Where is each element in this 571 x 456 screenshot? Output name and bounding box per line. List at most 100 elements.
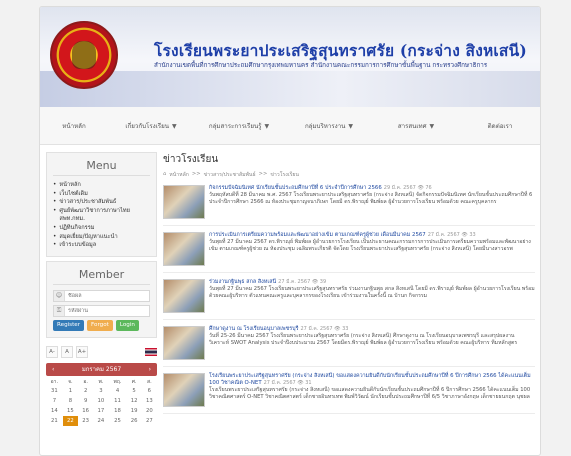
menu-item-label: สมุดเยี่ยม/ปัญหาแนะนำ xyxy=(59,233,118,240)
breadcrumb-home[interactable]: หน้าหลัก xyxy=(169,171,189,179)
menu-item-calendar[interactable]: • ปฏิทินกิจกรรม xyxy=(53,224,150,233)
member-buttons: Register Forgot Login xyxy=(53,319,150,331)
calendar-day[interactable]: 8 xyxy=(63,396,78,406)
news-title[interactable]: ร่วมงานกฐินพุธ สกล สิงหเสนี xyxy=(209,279,276,285)
calendar-day[interactable]: 13 xyxy=(142,396,157,406)
school-subtitle: สำนักงานเขตพื้นที่การศึกษาประถมศึกษากรุง… xyxy=(154,62,488,69)
user-icon: ☺ xyxy=(54,290,65,301)
calendar-day[interactable]: 10 xyxy=(93,396,108,406)
chevron-down-icon: ▼ xyxy=(171,122,177,130)
calendar-day-header: ส. xyxy=(147,378,152,385)
bullet-icon: • xyxy=(53,233,57,240)
calendar-day[interactable]: 15 xyxy=(63,406,78,416)
bullet-icon: • xyxy=(53,242,57,249)
font-smaller-button[interactable]: A- xyxy=(46,345,58,358)
menu-item-old-site[interactable]: • เว็บไซต์เดิม xyxy=(53,190,150,199)
password-input[interactable] xyxy=(65,307,145,314)
sidebar: Menu • หน้าหลัก • เว็บไซต์เดิม • ข่าวสาร/ปร… xyxy=(46,152,157,426)
calendar-day[interactable]: 2 xyxy=(78,386,93,396)
calendar-header: ‹ มกราคม 2567 › xyxy=(46,362,157,376)
calendar-day[interactable]: 31 xyxy=(46,386,63,396)
breadcrumb: ⌂ หน้าหลัก >> ข่าวสาร/ประชาสัมพันธ์ >> ข… xyxy=(163,171,535,179)
calendar-day[interactable]: 14 xyxy=(46,406,63,416)
calendar-day[interactable]: 26 xyxy=(126,416,141,426)
calendar-day[interactable]: 7 xyxy=(46,396,63,406)
breadcrumb-news[interactable]: ข่าวสาร/ประชาสัมพันธ์ xyxy=(204,171,256,179)
news-item[interactable]: ศึกษาดูงาน ณ โรงเรียนอนุบาลเพชรบุรี 27 มี… xyxy=(163,326,535,367)
calendar-day-header: พ. xyxy=(98,378,104,385)
font-normal-button[interactable]: A xyxy=(61,345,73,358)
school-logo[interactable] xyxy=(50,21,118,89)
menu-item-login-data[interactable]: • เข้าระบบข้อมูล xyxy=(53,241,150,250)
news-thumbnail[interactable] xyxy=(163,279,205,313)
menu-item-news[interactable]: • ข่าวสาร/ประชาสัมพันธ์ xyxy=(53,198,150,207)
calendar-day[interactable]: 11 xyxy=(109,396,127,406)
breadcrumb-current: ข่าวโรงเรียน xyxy=(270,172,299,178)
bullet-icon: • xyxy=(53,199,57,206)
menu-item-guestbook[interactable]: • สมุดเยี่ยม/ปัญหาแนะนำ xyxy=(53,233,150,242)
news-item[interactable]: กิจกรรมปัจฉิมนิเทศ นักเรียนชั้นประถมศึกษ… xyxy=(163,185,535,226)
news-meta: 27 มี.ค. 2567 👁 39 xyxy=(278,279,327,285)
calendar-day[interactable]: 27 xyxy=(142,416,157,426)
calendar-day[interactable]: 17 xyxy=(93,406,108,416)
thai-flag-icon[interactable] xyxy=(145,347,157,356)
news-text: การประเมินการเตรียมความพร้อมและพัฒนาอย่า… xyxy=(209,232,535,266)
calendar-month-group: มกราคม 2567 xyxy=(82,364,121,374)
member-title: Member xyxy=(53,268,150,285)
news-item[interactable]: ร่วมงานกฐินพุธ สกล สิงหเสนี 27 มี.ค. 2567… xyxy=(163,279,535,320)
register-button[interactable]: Register xyxy=(53,319,85,331)
nav-item-subjects[interactable]: กลุ่มสาระการเรียนรู้ ▼ xyxy=(194,107,284,145)
calendar-day[interactable]: 5 xyxy=(126,386,141,396)
calendar-day[interactable]: 4 xyxy=(109,386,127,396)
nav-item-contact[interactable]: ติดต่อเรา xyxy=(458,107,540,145)
calendar-day[interactable]: 20 xyxy=(142,406,157,416)
font-larger-button[interactable]: A+ xyxy=(76,345,88,358)
calendar-day[interactable]: 24 xyxy=(93,416,108,426)
menu-item-label: เข้าระบบข้อมูล xyxy=(59,242,97,249)
username-input[interactable] xyxy=(65,292,145,299)
menu-title: Menu xyxy=(53,159,150,176)
calendar-prev-button[interactable]: ‹ xyxy=(52,366,54,373)
calendar-day[interactable]: 25 xyxy=(109,416,127,426)
news-title[interactable]: การประเมินการเตรียมความพร้อมและพัฒนาอย่า… xyxy=(209,232,426,238)
username-field[interactable]: ☺ xyxy=(53,289,150,302)
breadcrumb-separator: >> xyxy=(258,171,268,177)
password-field[interactable]: ⚿ xyxy=(53,304,150,317)
calendar-day[interactable]: 12 xyxy=(126,396,141,406)
calendar-next-button[interactable]: › xyxy=(149,366,151,373)
menu-item-home[interactable]: • หน้าหลัก xyxy=(53,181,150,190)
header-banner-swoosh xyxy=(40,71,540,107)
calendar-day[interactable]: 18 xyxy=(109,406,127,416)
nav-item-info[interactable]: สารสนเทศ ▼ xyxy=(374,107,458,145)
news-item[interactable]: การประเมินการเตรียมความพร้อมและพัฒนาอย่า… xyxy=(163,232,535,273)
calendar-day[interactable]: 3 xyxy=(93,386,108,396)
calendar-day[interactable]: 1 xyxy=(63,386,78,396)
calendar-day[interactable]: 6 xyxy=(142,386,157,396)
nav-item-about[interactable]: เกี่ยวกับโรงเรียน ▼ xyxy=(108,107,194,145)
login-button[interactable]: Login xyxy=(115,319,139,331)
calendar-day[interactable]: 9 xyxy=(78,396,93,406)
calendar: ‹ มกราคม 2567 › อา. จ. อ. พ. พฤ. ศ. ส. 3… xyxy=(46,362,157,426)
news-thumbnail[interactable] xyxy=(163,326,205,360)
calendar-day[interactable]: 19 xyxy=(126,406,141,416)
news-item[interactable]: โรงเรียนพระยาประเสริฐสุนทราศรัย (กระจ่าง… xyxy=(163,373,535,414)
calendar-day[interactable]: 21 xyxy=(46,416,63,426)
calendar-day-header: จ. xyxy=(68,378,73,385)
news-thumbnail[interactable] xyxy=(163,373,205,407)
news-title[interactable]: กิจกรรมปัจฉิมนิเทศ นักเรียนชั้นประถมศึกษ… xyxy=(209,185,382,191)
news-thumbnail[interactable] xyxy=(163,232,205,266)
menu-item-thai-center[interactable]: • ศูนย์พัฒนาวิชาการภาษาไทย สพท.กทม. xyxy=(53,207,150,224)
nav-item-admin[interactable]: กลุ่มบริหารงาน ▼ xyxy=(284,107,374,145)
calendar-day-header: พฤ. xyxy=(113,378,122,385)
forgot-button[interactable]: Forgot xyxy=(87,319,113,331)
bullet-icon: • xyxy=(53,224,57,231)
nav-item-home[interactable]: หน้าหลัก xyxy=(40,107,108,145)
news-title[interactable]: โรงเรียนพระยาประเสริฐสุนทราศรัย (กระจ่าง… xyxy=(209,373,531,386)
calendar-day[interactable]: 16 xyxy=(78,406,93,416)
calendar-day-today[interactable]: 22 xyxy=(62,415,79,426)
news-thumbnail[interactable] xyxy=(163,185,205,219)
bullet-icon: • xyxy=(53,190,57,197)
calendar-day[interactable]: 23 xyxy=(78,416,93,426)
calendar-day-header: อา. xyxy=(50,378,59,385)
news-title[interactable]: ศึกษาดูงาน ณ โรงเรียนอนุบาลเพชรบุรี xyxy=(209,326,299,332)
